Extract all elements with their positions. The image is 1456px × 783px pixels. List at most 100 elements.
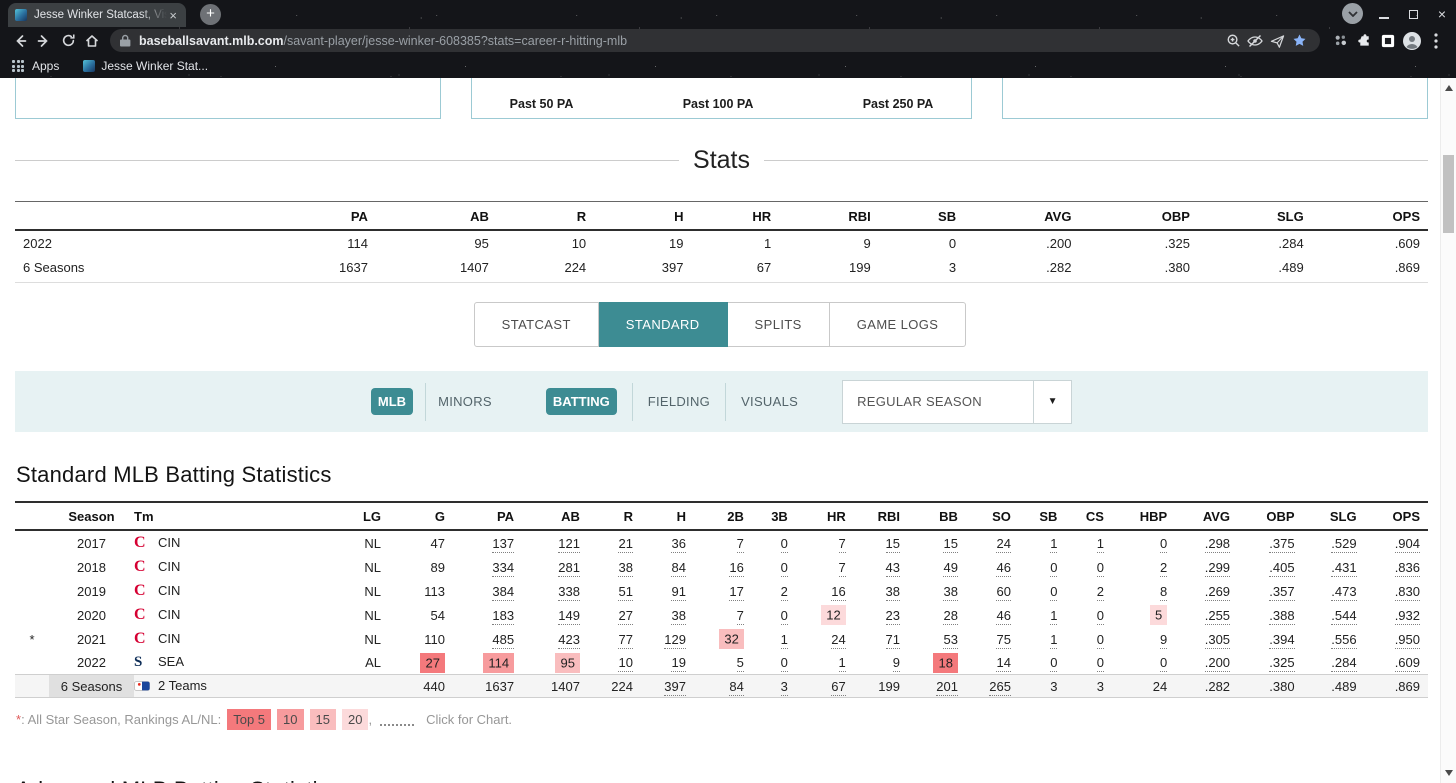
stat-cell[interactable]: .299 xyxy=(1175,555,1238,579)
stat-cell[interactable]: 0 xyxy=(1019,651,1066,675)
stat-cell[interactable]: .431 xyxy=(1303,555,1365,579)
profile-button[interactable] xyxy=(1400,29,1424,53)
stat-cell[interactable]: 0 xyxy=(752,651,796,675)
stat-cell[interactable]: .609 xyxy=(1365,651,1428,675)
stat-cell[interactable]: 28 xyxy=(908,603,966,627)
stat-cell[interactable]: 338 xyxy=(522,579,588,603)
stat-cell[interactable]: .394 xyxy=(1238,627,1303,651)
stat-cell[interactable]: 485 xyxy=(453,627,522,651)
stat-cell[interactable]: 9 xyxy=(1112,627,1175,651)
stat-cell[interactable]: .836 xyxy=(1365,555,1428,579)
stat-cell[interactable]: 38 xyxy=(854,579,908,603)
stat-cell[interactable]: 38 xyxy=(588,555,641,579)
browser-menu-button[interactable] xyxy=(1424,29,1448,53)
stat-cell[interactable]: 334 xyxy=(453,555,522,579)
stat-cell[interactable]: .325 xyxy=(1238,651,1303,675)
stat-cell[interactable]: 77 xyxy=(588,627,641,651)
stat-cell[interactable]: .305 xyxy=(1175,627,1238,651)
stat-cell[interactable]: 21 xyxy=(588,530,641,555)
stat-cell[interactable]: 1 xyxy=(1019,603,1066,627)
stat-cell[interactable]: 38 xyxy=(641,603,694,627)
stat-cell[interactable]: 15 xyxy=(854,530,908,555)
stat-cell[interactable]: 10 xyxy=(588,651,641,675)
tab-standard[interactable]: STANDARD xyxy=(598,302,728,347)
stat-cell[interactable]: .405 xyxy=(1238,555,1303,579)
tab-statcast[interactable]: STATCAST xyxy=(473,302,599,347)
browser-tab[interactable]: Jesse Winker Statcast, Visuals × xyxy=(8,3,186,27)
stat-cell[interactable]: 2 xyxy=(1112,555,1175,579)
stat-cell[interactable]: 36 xyxy=(641,530,694,555)
restore-button[interactable] xyxy=(1405,6,1421,22)
stat-cell[interactable]: 7 xyxy=(796,555,854,579)
stat-cell[interactable]: .200 xyxy=(1175,651,1238,675)
stat-cell[interactable]: 137 xyxy=(453,530,522,555)
stat-cell[interactable]: 46 xyxy=(966,603,1019,627)
stat-cell[interactable]: .298 xyxy=(1175,530,1238,555)
stat-cell[interactable]: 1 xyxy=(796,651,854,675)
stat-cell[interactable]: 384 xyxy=(453,579,522,603)
stat-cell[interactable]: 0 xyxy=(1112,530,1175,555)
stat-cell[interactable]: 5 xyxy=(694,651,752,675)
stat-cell[interactable]: 7 xyxy=(694,530,752,555)
stat-cell[interactable]: 201 xyxy=(908,674,966,698)
stat-cell[interactable]: .473 xyxy=(1303,579,1365,603)
stat-cell[interactable]: 0 xyxy=(1112,651,1175,675)
stat-cell[interactable]: 17 xyxy=(694,579,752,603)
stat-cell[interactable]: 24 xyxy=(796,627,854,651)
stat-cell[interactable]: .529 xyxy=(1303,530,1365,555)
tab-close-icon[interactable]: × xyxy=(167,9,179,22)
stat-cell[interactable]: .544 xyxy=(1303,603,1365,627)
stat-cell[interactable]: 32 xyxy=(694,627,752,651)
stat-cell[interactable]: 2 xyxy=(1065,579,1112,603)
stat-cell[interactable]: 265 xyxy=(965,674,1019,698)
season-type-select[interactable]: REGULAR SEASON ▼ xyxy=(842,379,1073,424)
stat-cell[interactable]: 183 xyxy=(453,603,522,627)
tab-splits[interactable]: SPLITS xyxy=(727,302,830,347)
dropdown-arrow-icon[interactable]: ▼ xyxy=(1033,380,1071,423)
stat-cell[interactable]: .357 xyxy=(1238,579,1303,603)
stat-cell[interactable]: 0 xyxy=(752,555,796,579)
stat-cell[interactable]: 16 xyxy=(694,555,752,579)
stat-cell[interactable]: 0 xyxy=(1065,651,1112,675)
stat-cell[interactable]: .255 xyxy=(1175,603,1238,627)
stat-cell[interactable]: 53 xyxy=(908,627,966,651)
stat-cell[interactable]: 1 xyxy=(1065,530,1112,555)
stat-cell[interactable]: 0 xyxy=(1065,555,1112,579)
stat-cell[interactable]: 19 xyxy=(641,651,694,675)
minimize-button[interactable] xyxy=(1376,6,1392,22)
stat-cell[interactable]: 43 xyxy=(854,555,908,579)
stat-cell[interactable]: 7 xyxy=(694,603,752,627)
reload-button[interactable] xyxy=(56,29,80,53)
stat-cell[interactable]: 51 xyxy=(588,579,641,603)
stat-cell[interactable]: 84 xyxy=(693,674,752,698)
stat-cell[interactable]: 67 xyxy=(795,674,854,698)
sidepanel-extension-button[interactable] xyxy=(1376,29,1400,53)
scroll-up-arrow-icon[interactable] xyxy=(1445,85,1453,91)
apps-grid-icon[interactable] xyxy=(12,60,24,72)
stat-cell[interactable]: 281 xyxy=(522,555,588,579)
stat-cell[interactable]: 2 xyxy=(752,579,796,603)
tab-game-logs[interactable]: GAME LOGS xyxy=(829,302,967,347)
scrollbar-thumb[interactable] xyxy=(1443,155,1454,233)
subnav-mlb[interactable]: MLB xyxy=(370,388,414,415)
extensions-button[interactable] xyxy=(1352,29,1376,53)
stat-cell[interactable]: 8 xyxy=(1112,579,1175,603)
bookmark-button[interactable] xyxy=(1288,31,1310,51)
stat-cell[interactable]: 71 xyxy=(854,627,908,651)
new-tab-button[interactable]: + xyxy=(200,4,221,25)
stat-cell[interactable]: .830 xyxy=(1365,579,1428,603)
stat-cell[interactable]: .932 xyxy=(1365,603,1428,627)
stat-cell[interactable]: 12 xyxy=(796,603,854,627)
stat-cell[interactable]: 0 xyxy=(1019,579,1066,603)
stat-cell[interactable]: 0 xyxy=(1019,555,1066,579)
address-bar[interactable]: baseballsavant.mlb.com/savant-player/jes… xyxy=(110,29,1320,52)
extension-pin-button[interactable] xyxy=(1328,29,1352,53)
stat-cell[interactable]: 95 xyxy=(522,651,588,675)
stat-cell[interactable]: 23 xyxy=(854,603,908,627)
stat-cell[interactable]: 27 xyxy=(588,603,641,627)
back-button[interactable] xyxy=(8,29,32,53)
stat-cell[interactable]: 75 xyxy=(966,627,1019,651)
stat-cell[interactable]: 15 xyxy=(908,530,966,555)
stat-cell[interactable]: 0 xyxy=(752,603,796,627)
stat-cell[interactable]: 5 xyxy=(1112,603,1175,627)
